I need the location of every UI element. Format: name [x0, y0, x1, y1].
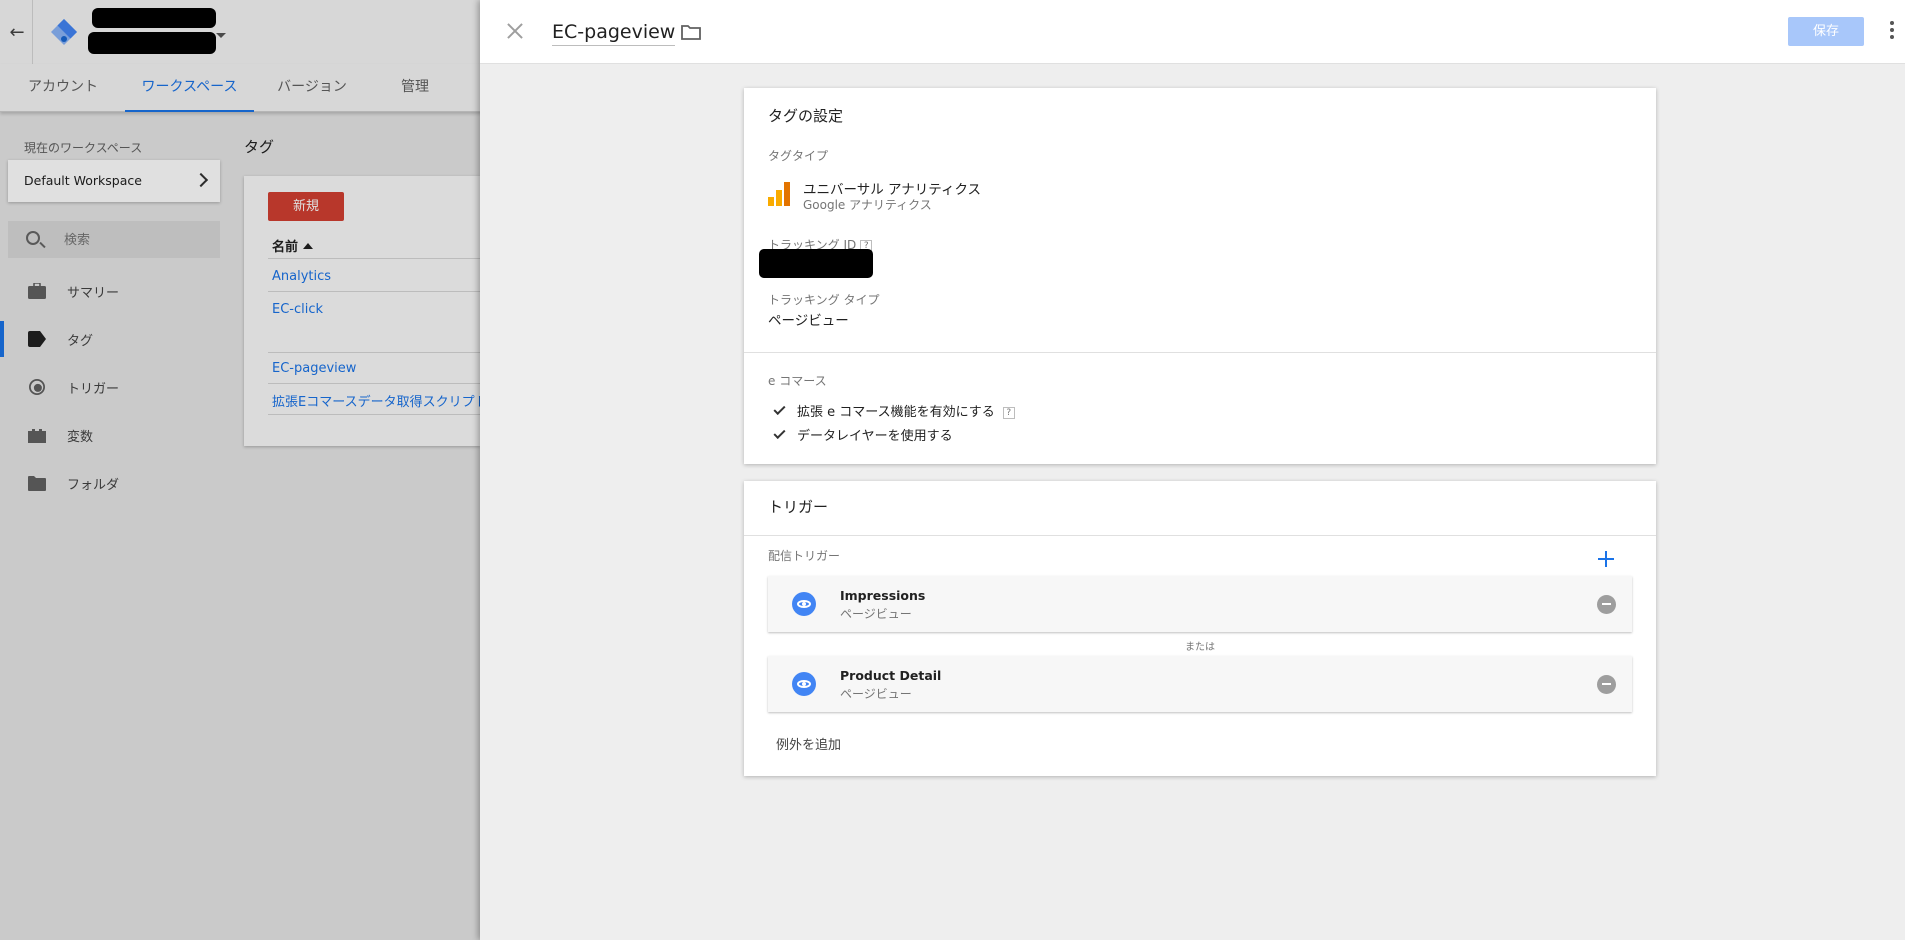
add-exception-button[interactable]: 例外を追加 [776, 734, 841, 753]
ecommerce-option-label: 拡張 e コマース機能を有効にする [797, 405, 995, 420]
remove-circle-icon[interactable] [1597, 675, 1616, 694]
tag-type-name: ユニバーサル アナリティクス [803, 182, 982, 198]
trigger-name: Product Detail [840, 668, 942, 683]
card-title: トリガー [768, 498, 829, 516]
trigger-type: ページビュー [840, 607, 912, 621]
tag-name-title[interactable]: EC-pageview [552, 21, 676, 46]
trigger-name: Impressions [840, 588, 926, 603]
google-analytics-icon [768, 182, 790, 206]
ecommerce-option: 拡張 e コマース機能を有効にする? [773, 401, 1015, 420]
trigger-row[interactable]: Impressions ページビュー [768, 576, 1632, 632]
ecommerce-label: e コマース [768, 374, 827, 388]
triggering-card: トリガー 配信トリガー Impressions ページビュー または Produ… [744, 481, 1656, 776]
card-header-divider [744, 535, 1656, 536]
tracking-type-value: ページビュー [768, 313, 849, 329]
trigger-type: ページビュー [840, 687, 912, 701]
section-divider [744, 352, 1656, 353]
or-separator: または [1185, 642, 1215, 653]
tracking-type-label: トラッキング タイプ [768, 293, 880, 307]
trigger-row[interactable]: Product Detail ページビュー [768, 656, 1632, 712]
remove-circle-icon[interactable] [1597, 595, 1616, 614]
help-icon[interactable]: ? [1002, 407, 1015, 419]
firing-triggers-label: 配信トリガー [768, 549, 841, 563]
ecommerce-option: データレイヤーを使用する [773, 425, 953, 444]
card-title: タグの設定 [768, 107, 844, 125]
folder-outline-icon[interactable] [681, 24, 701, 40]
more-vert-icon[interactable] [1890, 21, 1894, 41]
check-icon [773, 402, 786, 416]
tag-configuration-card[interactable]: タグの設定 タグタイプ ユニバーサル アナリティクス Google アナリティク… [744, 88, 1656, 464]
close-icon[interactable] [504, 20, 526, 42]
add-trigger-icon[interactable] [1598, 551, 1614, 567]
tag-type-label: タグタイプ [768, 149, 829, 163]
save-button[interactable]: 保存 [1788, 17, 1864, 46]
tracking-id-redacted[interactable] [759, 249, 873, 278]
pageview-eye-icon [792, 592, 816, 616]
check-icon [773, 426, 786, 440]
ecommerce-option-label: データレイヤーを使用する [797, 429, 953, 444]
tag-editor-panel: EC-pageview 保存 タグの設定 タグタイプ ユニバーサル アナリティク… [480, 0, 1905, 940]
tag-type-vendor: Google アナリティクス [803, 198, 932, 212]
pageview-eye-icon [792, 672, 816, 696]
editor-header: EC-pageview 保存 [480, 0, 1905, 64]
